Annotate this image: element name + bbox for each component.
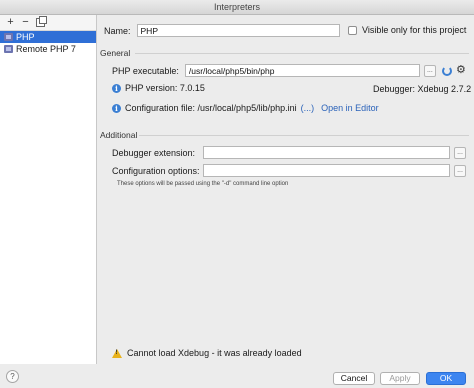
executable-browse-button[interactable]: ... [423,64,436,77]
warning-icon [112,348,122,358]
info-icon: i [112,83,121,93]
name-field[interactable] [136,24,340,37]
config-options-field[interactable] [203,164,450,177]
remove-interpreter-button[interactable]: − [20,17,31,28]
debugger-extension-field[interactable] [203,146,450,159]
add-interpreter-button[interactable]: + [5,17,16,28]
visible-only-row: Visible only for this project [348,25,466,35]
copy-icon [36,16,47,27]
executable-row: PHP executable: ... ⚙ [112,64,466,77]
visible-only-checkbox[interactable] [348,25,357,35]
settings-gear-icon[interactable]: ⚙ [456,65,466,76]
visible-only-label: Visible only for this project [362,25,467,35]
executable-path-field[interactable] [184,64,420,77]
dialog-footer: ? Cancel Apply OK [0,364,474,388]
php-version-row: i PHP version: 7.0.15 [112,83,205,93]
general-divider [135,53,469,54]
open-in-editor-link[interactable]: Open in Editor [321,103,379,113]
warning-row: Cannot load Xdebug - it was already load… [112,348,302,358]
config-options-hint: These options will be passed using the "… [117,181,289,187]
help-button[interactable]: ? [6,370,19,383]
window-title: Interpreters [0,0,474,15]
debugger-extension-label: Debugger extension: [112,147,196,158]
php-version-text: PHP version: 7.0.15 [125,83,205,93]
debugger-extension-row: Debugger extension: ... [112,146,466,159]
sidebar-item-remote-php-7[interactable]: Remote PHP 7 [0,43,96,55]
config-options-label: Configuration options: [112,165,200,176]
php-interpreter-icon [4,33,13,41]
config-file-more-link[interactable]: (...) [301,103,315,113]
sidebar-item-label: Remote PHP 7 [16,44,76,54]
interpreter-list-panel: + − PHP Remote PHP 7 [0,15,97,364]
debugger-extension-browse-button[interactable]: ... [454,146,466,159]
refresh-icon[interactable] [441,65,452,76]
warning-text: Cannot load Xdebug - it was already load… [127,348,302,358]
debugger-version-text: Debugger: Xdebug 2.7.2 [373,84,472,94]
php-interpreter-icon [4,45,13,53]
list-toolbar: + − [0,15,96,31]
info-icon: i [112,103,121,113]
apply-button[interactable]: Apply [380,372,420,385]
additional-section-title: Additional [100,130,138,140]
ok-button[interactable]: OK [426,372,466,385]
general-section-title: General [100,48,131,58]
additional-divider [139,135,469,136]
cancel-button[interactable]: Cancel [333,372,375,385]
executable-label: PHP executable: [112,65,179,76]
name-label: Name: [104,25,131,36]
config-file-text: Configuration file: /usr/local/php5/lib/… [125,103,297,113]
sidebar-item-label: PHP [16,32,35,42]
config-options-row: Configuration options: ... [112,164,466,177]
interpreter-settings-panel: Name: Visible only for this project Gene… [97,15,474,364]
copy-interpreter-button[interactable] [35,16,47,28]
name-row: Name: [104,24,340,37]
config-options-browse-button[interactable]: ... [454,164,466,177]
sidebar-item-php[interactable]: PHP [0,31,96,43]
config-file-row: i Configuration file: /usr/local/php5/li… [112,103,379,113]
